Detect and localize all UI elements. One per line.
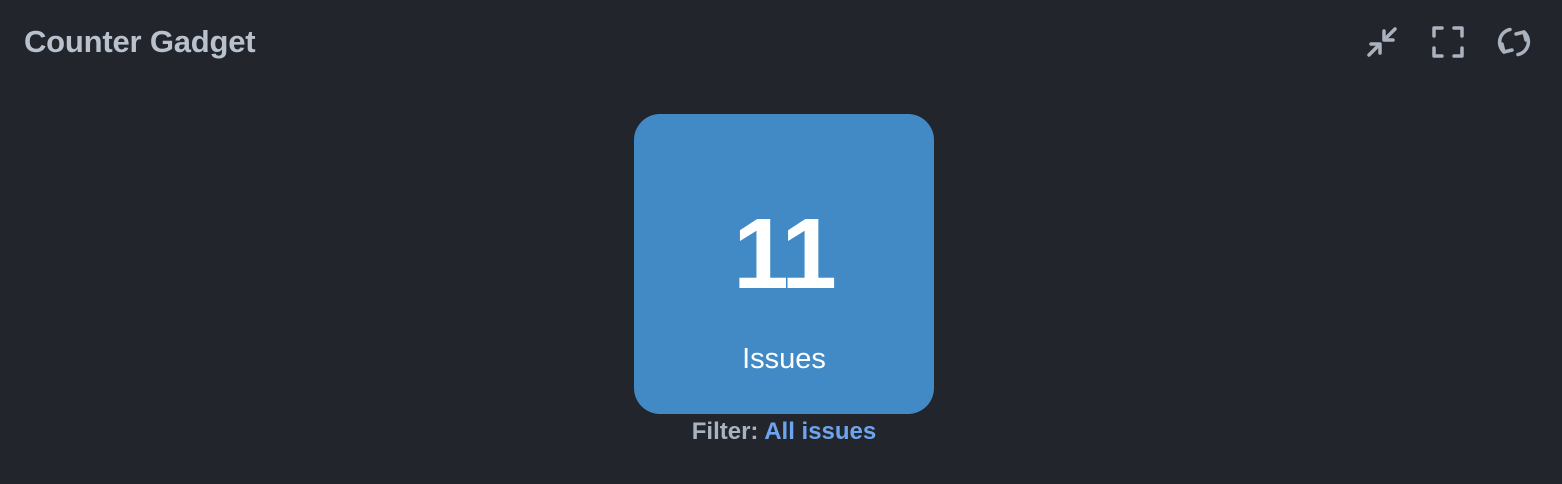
issue-count-label: Issues (742, 343, 826, 375)
filter-label: Filter: (691, 418, 759, 445)
issue-counter-tile[interactable]: 11 Issues (634, 114, 934, 414)
refresh-button[interactable] (1496, 22, 1532, 62)
counter-gadget: Counter Gadget 11 Issues Filter: All iss… (0, 0, 1562, 484)
gadget-title: Counter Gadget (24, 24, 256, 59)
gadget-toolbar (1364, 22, 1532, 62)
minimize-arrows-icon (1367, 27, 1397, 57)
gadget-header: Counter Gadget (0, 0, 1562, 86)
fullscreen-button[interactable] (1430, 22, 1466, 62)
issue-count: 11 (733, 198, 837, 310)
refresh-arrows-icon (1497, 27, 1531, 57)
filter-link[interactable]: All issues (764, 418, 876, 445)
filter-line: Filter: All issues (634, 416, 934, 448)
minimize-button[interactable] (1364, 22, 1400, 62)
fullscreen-corners-icon (1432, 26, 1464, 58)
